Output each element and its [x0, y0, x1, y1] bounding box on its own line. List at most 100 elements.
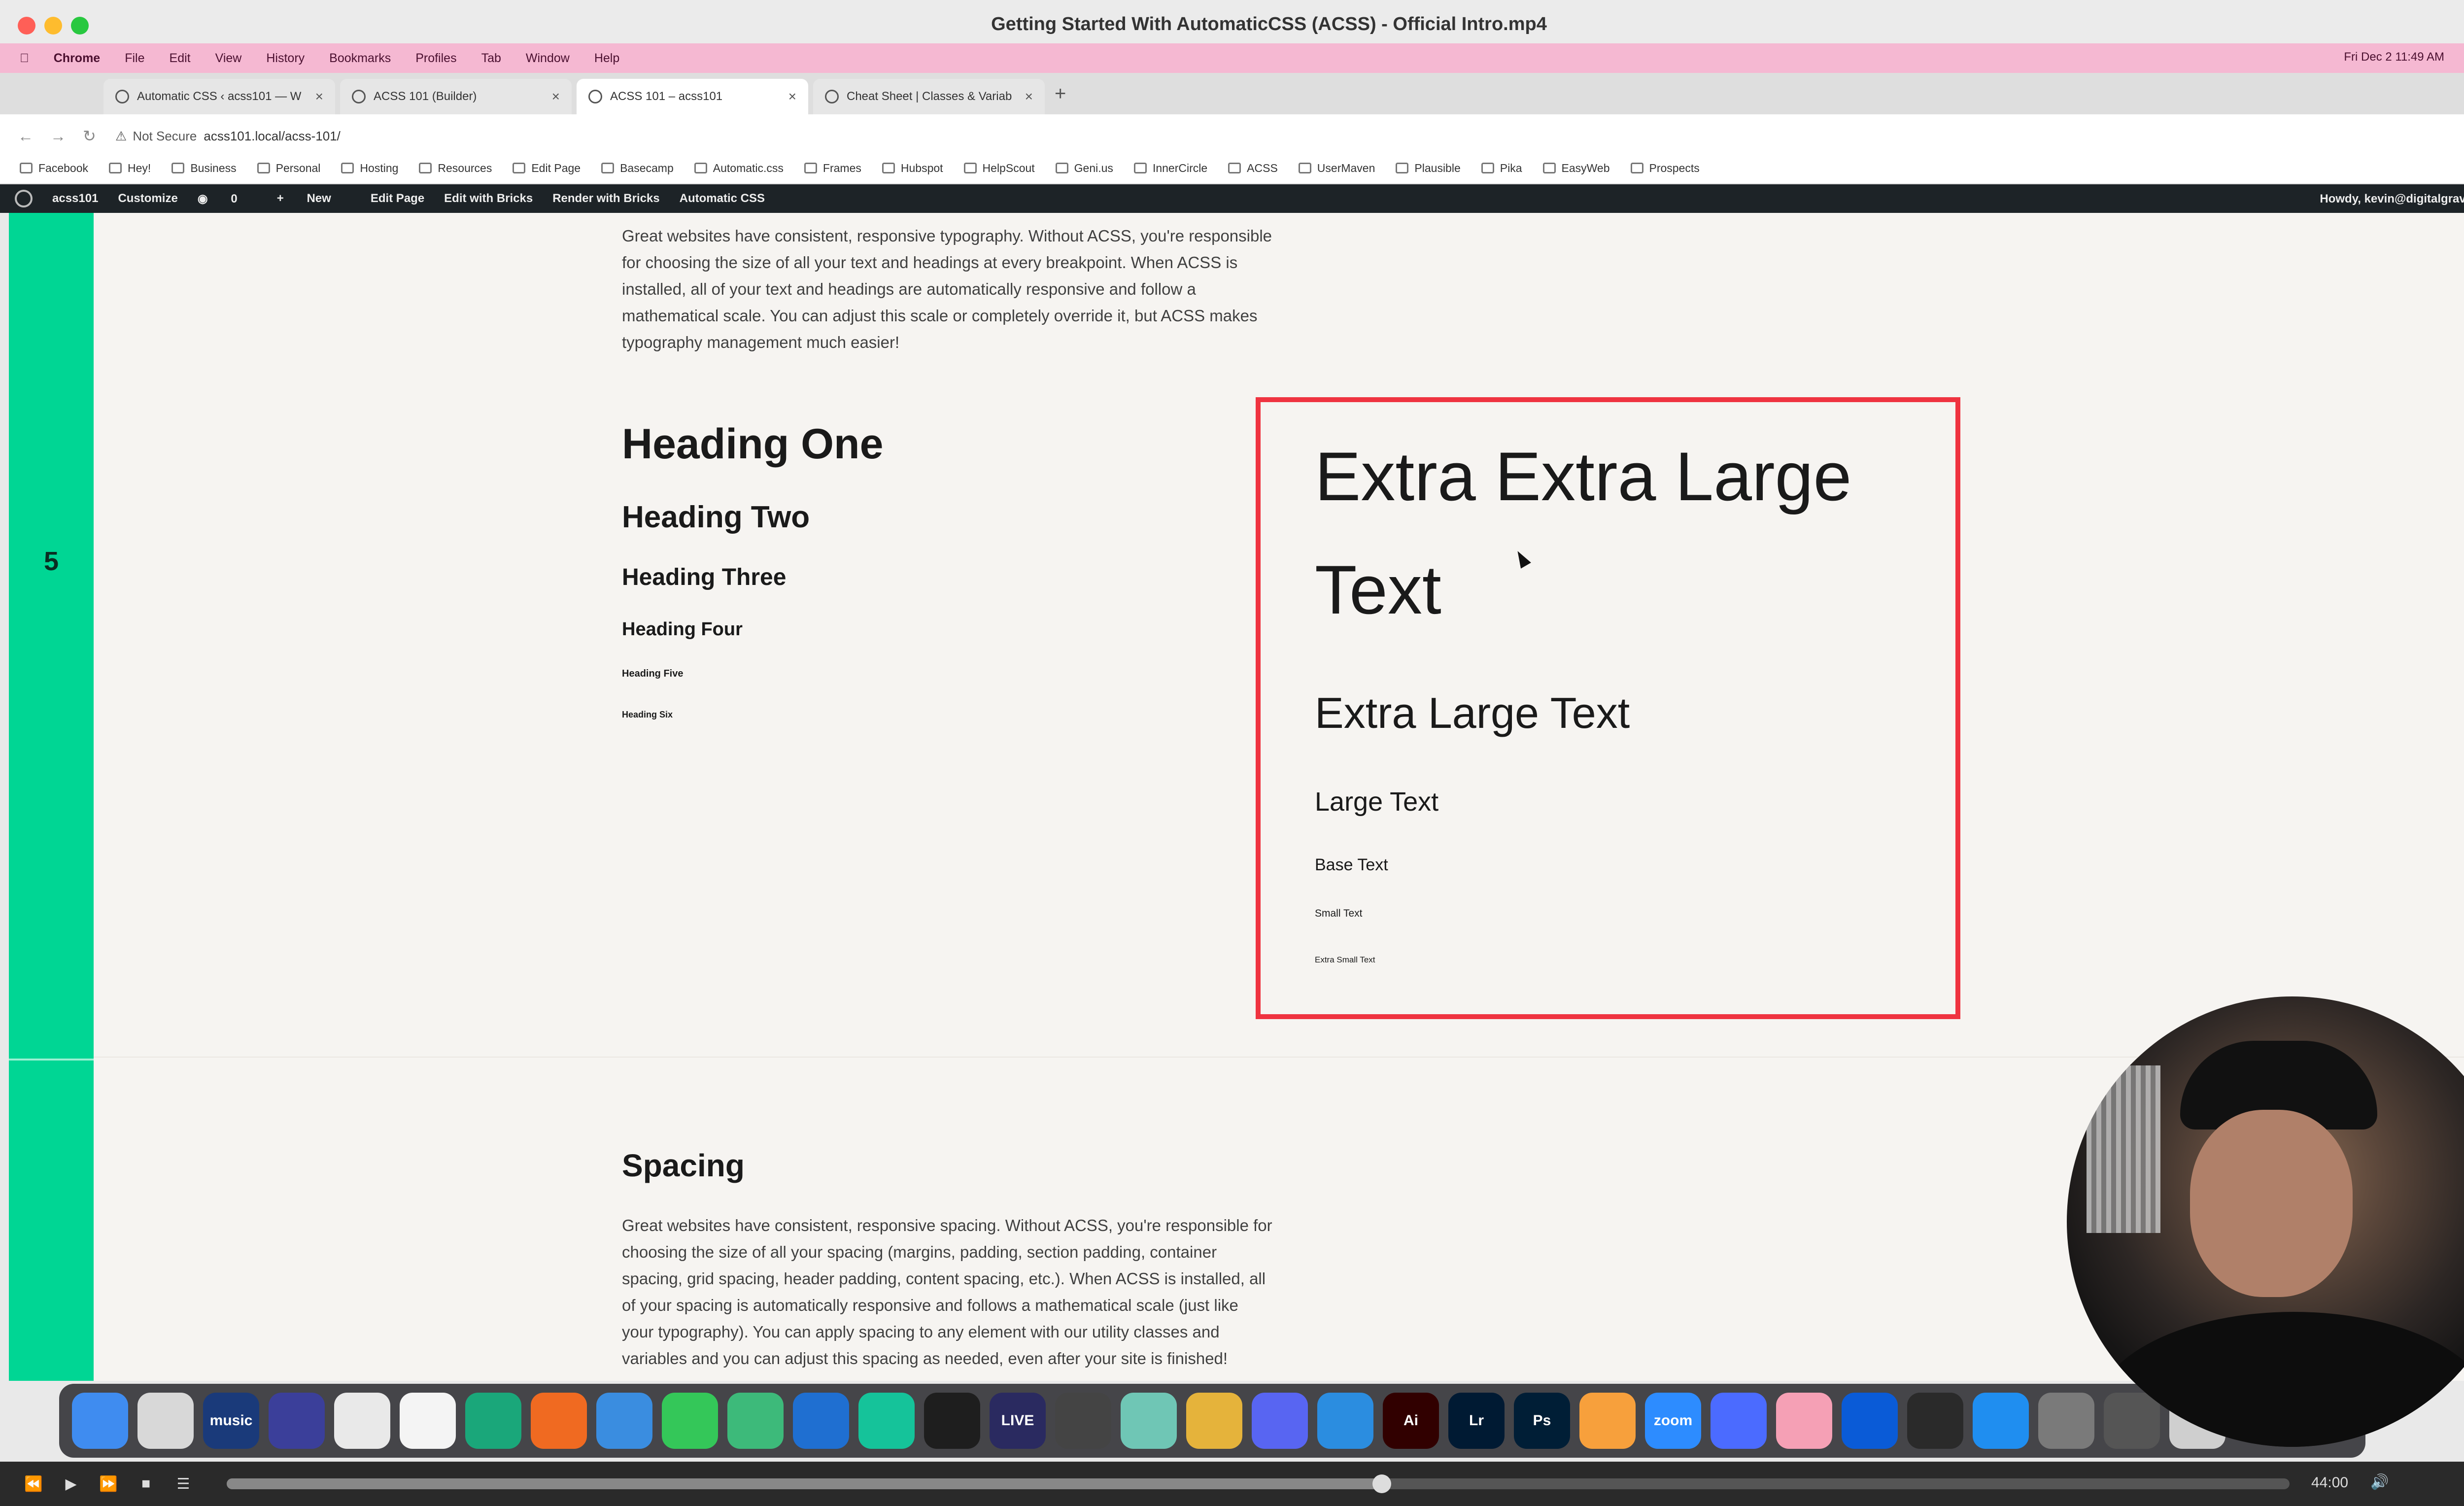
bookmark-business[interactable]: Business — [171, 162, 237, 175]
photoshop-icon[interactable]: Ps — [1514, 1393, 1570, 1449]
close-tab-icon[interactable]: × — [1025, 89, 1033, 104]
bookmark-acss[interactable]: ACSS — [1228, 162, 1278, 175]
app-icon[interactable] — [465, 1393, 521, 1449]
forward-icon[interactable]: → — [50, 127, 70, 145]
settings-icon[interactable] — [2038, 1393, 2094, 1449]
tab-acss-admin[interactable]: Automatic CSS ‹ acss101 — W × — [103, 79, 335, 114]
bookmark-resources[interactable]: Resources — [419, 162, 492, 175]
discord-icon[interactable] — [1252, 1393, 1308, 1449]
menu-tab[interactable]: Tab — [481, 51, 501, 66]
bookmark-usermaven[interactable]: UserMaven — [1298, 162, 1375, 175]
bookmark-edit-page[interactable]: Edit Page — [513, 162, 581, 175]
bookmark-helpscout[interactable]: HelpScout — [963, 162, 1035, 175]
chrome-icon[interactable] — [334, 1393, 390, 1449]
close-tab-icon[interactable]: × — [552, 89, 560, 104]
admin-render-bricks-link[interactable]: Render with Bricks — [552, 192, 659, 205]
clapper-icon[interactable] — [1055, 1393, 1111, 1449]
spacing-intro: Great websites have consistent, responsi… — [622, 1212, 1272, 1372]
vectorize-icon[interactable] — [1907, 1393, 1963, 1449]
close-tab-icon[interactable]: × — [788, 89, 796, 104]
menu-history[interactable]: History — [266, 51, 305, 66]
play-icon[interactable]: ▶ — [57, 1475, 85, 1493]
safari-icon[interactable] — [596, 1393, 652, 1449]
menu-view[interactable]: View — [215, 51, 242, 66]
back-icon[interactable]: ← — [18, 127, 37, 145]
menubar-clock[interactable]: Fri Dec 2 11:49 AM — [2344, 50, 2444, 64]
menu-chrome[interactable]: Chrome — [54, 51, 100, 66]
bookmark-automatic-css[interactable]: Automatic.css — [694, 162, 784, 175]
wordpress-icon[interactable] — [15, 190, 33, 207]
bookmark-pika[interactable]: Pika — [1481, 162, 1522, 175]
bookmark-personal[interactable]: Personal — [257, 162, 320, 175]
bookmark-hosting[interactable]: Hosting — [341, 162, 398, 175]
video-scrubber[interactable] — [227, 1474, 2290, 1493]
bookmark-basecamp[interactable]: Basecamp — [601, 162, 674, 175]
menu-file[interactable]: File — [125, 51, 144, 66]
menu-bookmarks[interactable]: Bookmarks — [329, 51, 391, 66]
bookmark-facebook[interactable]: Facebook — [20, 162, 88, 175]
slack-icon[interactable] — [400, 1393, 456, 1449]
bookmark-innercircle[interactable]: InnerCircle — [1133, 162, 1207, 175]
app-icon[interactable] — [1121, 1393, 1177, 1449]
hand-app-icon[interactable] — [269, 1393, 325, 1449]
figma-icon[interactable] — [924, 1393, 980, 1449]
zoom-icon[interactable]: zoom — [1645, 1393, 1701, 1449]
messages-icon[interactable] — [662, 1393, 718, 1449]
illustrator-icon[interactable]: Ai — [1383, 1393, 1439, 1449]
address-bar[interactable]: acss101.local/acss-101/ — [204, 129, 340, 144]
cleanmymac-icon[interactable] — [1776, 1393, 1832, 1449]
bookmark-hey[interactable]: Hey! — [109, 162, 151, 175]
reload-icon[interactable]: ↻ — [83, 127, 103, 145]
admin-edit-bricks-link[interactable]: Edit with Bricks — [444, 192, 533, 205]
tab-acss-101[interactable]: ACSS 101 – acss101 × — [577, 79, 808, 114]
admin-acss-link[interactable]: Automatic CSS — [680, 192, 765, 205]
keynote-icon[interactable] — [1317, 1393, 1373, 1449]
app-icon[interactable] — [1711, 1393, 1767, 1449]
app-store-icon[interactable] — [1973, 1393, 2029, 1449]
bookmark-label: Frames — [822, 161, 861, 174]
finder-icon[interactable] — [72, 1393, 128, 1449]
bookmark-frames[interactable]: Frames — [804, 162, 861, 175]
admin-customize-link[interactable]: Customize — [118, 192, 177, 205]
pages-icon[interactable] — [1579, 1393, 1636, 1449]
menu-edit[interactable]: Edit — [170, 51, 191, 66]
menu-help[interactable]: Help — [594, 51, 619, 66]
lightroom-icon[interactable]: Lr — [1448, 1393, 1505, 1449]
launchpad-icon[interactable] — [137, 1393, 194, 1449]
folder-icon — [419, 163, 432, 173]
grammarly-icon[interactable] — [858, 1393, 915, 1449]
tab-cheat-sheet[interactable]: Cheat Sheet | Classes & Variab × — [813, 79, 1045, 114]
live-icon[interactable]: LIVE — [990, 1393, 1046, 1449]
bookmark-label: EasyWeb — [1561, 161, 1610, 174]
app-icon[interactable] — [727, 1393, 784, 1449]
bookmark-geni-us[interactable]: Geni.us — [1055, 162, 1113, 175]
bookmark-plausible[interactable]: Plausible — [1396, 162, 1461, 175]
1password-icon[interactable] — [1842, 1393, 1898, 1449]
admin-new-link[interactable]: + New — [277, 192, 351, 205]
bookmark-prospects[interactable]: Prospects — [1630, 162, 1700, 175]
stop-icon[interactable]: ■ — [132, 1475, 160, 1492]
bookmark-hubspot[interactable]: Hubspot — [882, 162, 943, 175]
admin-site-link[interactable]: acss101 — [52, 192, 98, 205]
rewind-icon[interactable]: ⏪ — [20, 1475, 47, 1493]
warning-icon[interactable]: ⚠ — [115, 129, 127, 144]
volume-icon[interactable]: 🔊 — [2370, 1473, 2389, 1491]
admin-edit-page-link[interactable]: Edit Page — [371, 192, 424, 205]
menu-window[interactable]: Window — [526, 51, 570, 66]
amazon-music-icon[interactable]: music — [203, 1393, 259, 1449]
fast-forward-icon[interactable]: ⏩ — [95, 1475, 122, 1493]
admin-comments-link[interactable]: ◉ 0 — [198, 192, 257, 206]
tab-acss-builder[interactable]: ACSS 101 (Builder) × — [340, 79, 572, 114]
playlist-icon[interactable]: ☰ — [170, 1475, 197, 1493]
menu-profiles[interactable]: Profiles — [415, 51, 456, 66]
vscode-icon[interactable] — [793, 1393, 849, 1449]
close-tab-icon[interactable]: × — [315, 89, 323, 104]
firefox-icon[interactable] — [531, 1393, 587, 1449]
new-tab-button[interactable]: + — [1055, 83, 1066, 105]
apple-icon[interactable]:  — [20, 51, 29, 66]
forklift-icon[interactable] — [1186, 1393, 1242, 1449]
not-secure-label[interactable]: Not Secure — [133, 129, 197, 144]
scrubber-knob[interactable] — [1372, 1474, 1392, 1493]
admin-account-link[interactable]: Howdy, kevin@digitalgravy.co — [2320, 192, 2464, 206]
bookmark-easyweb[interactable]: EasyWeb — [1542, 161, 1610, 175]
